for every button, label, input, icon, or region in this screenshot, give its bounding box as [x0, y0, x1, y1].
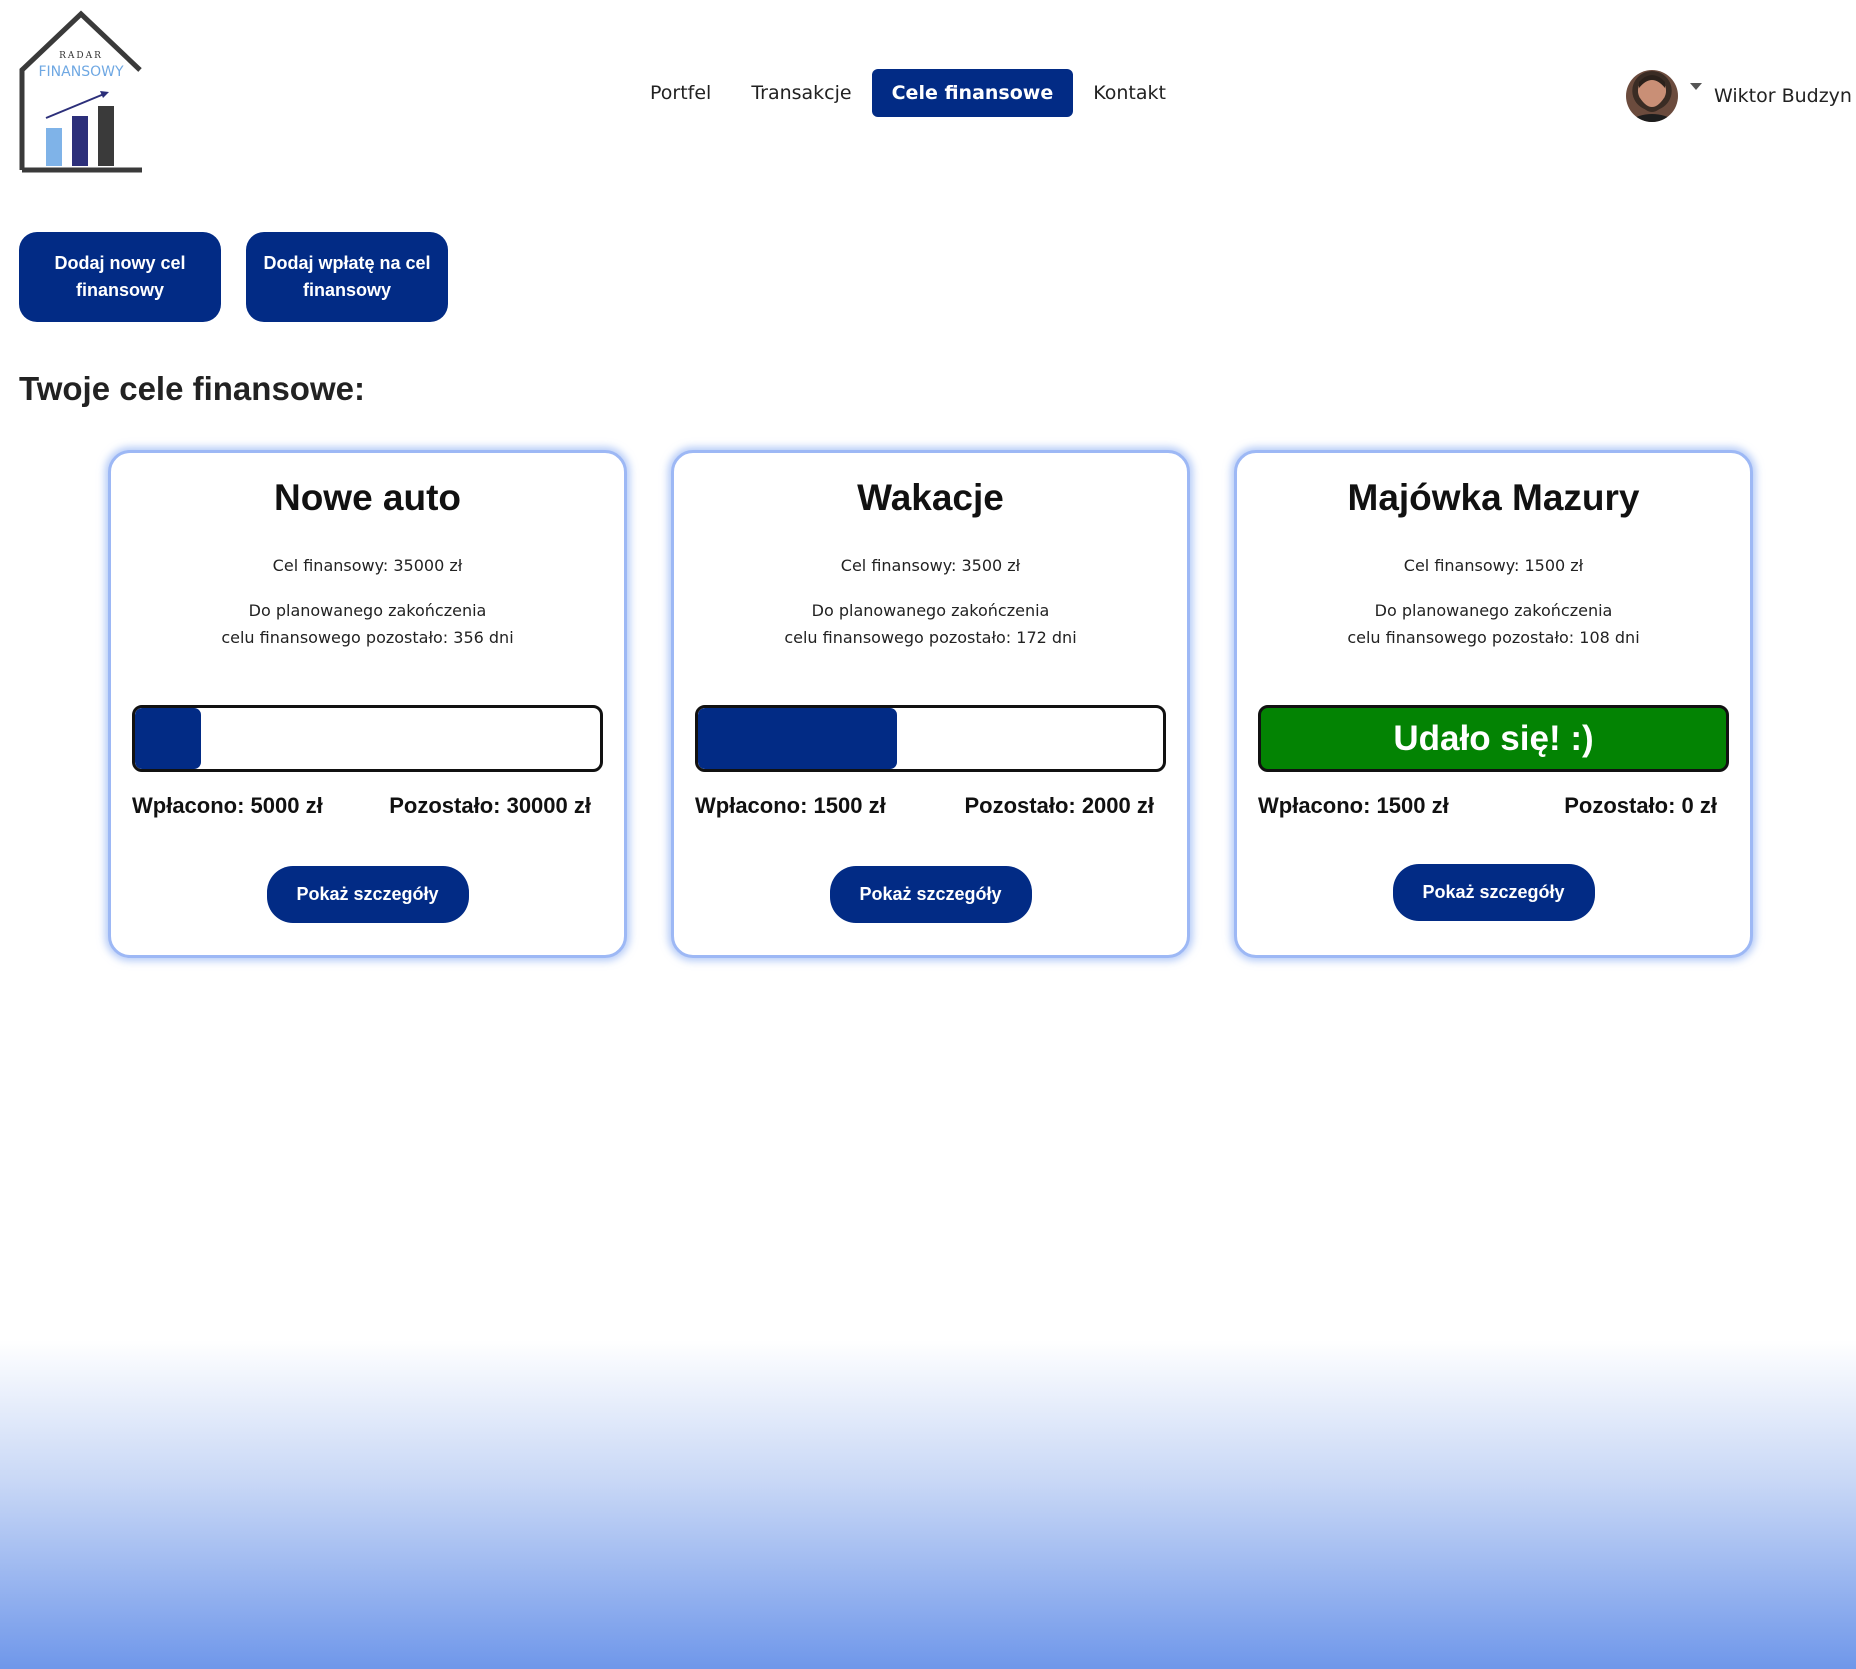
goal-deadline: Do planowanego zakończenia celu finansow… — [1237, 597, 1750, 651]
goal-amounts: Wpłacono: 1500 zł Pozostało: 0 zł — [1258, 793, 1717, 819]
goal-progress-fill — [698, 708, 898, 769]
goal-deadline: Do planowanego zakończenia celu finansow… — [674, 597, 1187, 651]
goal-remaining: Pozostało: 2000 zł — [964, 793, 1154, 818]
goal-card: Majówka Mazury Cel finansowy: 1500 zł Do… — [1234, 450, 1753, 958]
goal-card: Nowe auto Cel finansowy: 35000 zł Do pla… — [108, 450, 627, 958]
goal-paid: Wpłacono: 1500 zł — [695, 793, 886, 818]
goal-progress-bar-completed: Udało się! :) — [1258, 705, 1729, 772]
show-details-button[interactable]: Pokaż szczegóły — [829, 866, 1032, 923]
goal-target: Cel finansowy: 1500 zł — [1403, 556, 1584, 575]
avatar[interactable] — [1626, 70, 1678, 122]
goal-amounts: Wpłacono: 5000 zł Pozostało: 30000 zł — [132, 793, 591, 819]
nav-item-cele-finansowe[interactable]: Cele finansowe — [871, 69, 1074, 117]
goal-completed-text: Udało się! :) — [1393, 718, 1594, 758]
goal-target: Cel finansowy: 3500 zł — [840, 556, 1021, 575]
goal-remaining: Pozostało: 0 zł — [1564, 793, 1717, 818]
nav-item-kontakt[interactable]: Kontakt — [1073, 69, 1186, 117]
user-menu[interactable]: Wiktor Budzyn — [1626, 68, 1856, 124]
goal-deadline-line2: celu finansowego pozostało: 108 dni — [1347, 628, 1640, 647]
goals-list: Nowe auto Cel finansowy: 35000 zł Do pla… — [108, 450, 1753, 958]
show-details-button[interactable]: Pokaż szczegóły — [266, 866, 469, 923]
goal-remaining: Pozostało: 30000 zł — [389, 793, 591, 818]
user-name[interactable]: Wiktor Budzyn — [1714, 85, 1852, 107]
goal-deadline-line1: Do planowanego zakończenia — [248, 601, 487, 620]
page-title: Twoje cele finansowe: — [19, 370, 365, 407]
goal-deadline-line1: Do planowanego zakończenia — [1374, 601, 1613, 620]
goal-progress-bar — [695, 705, 1166, 772]
goal-amounts: Wpłacono: 1500 zł Pozostało: 2000 zł — [695, 793, 1154, 819]
goal-card: Wakacje Cel finansowy: 3500 zł Do planow… — [671, 450, 1190, 958]
main-nav: Portfel Transakcje Cele finansowe Kontak… — [630, 69, 1186, 117]
nav-item-portfel[interactable]: Portfel — [630, 69, 731, 117]
goal-actions: Dodaj nowy cel finansowy Dodaj wpłatę na… — [19, 232, 448, 322]
goal-title: Wakacje — [857, 477, 1004, 518]
logo-main-text: FINANSOWY — [38, 64, 123, 80]
goal-progress-fill — [135, 708, 202, 769]
goal-target: Cel finansowy: 35000 zł — [272, 556, 463, 575]
goal-paid: Wpłacono: 5000 zł — [132, 793, 323, 818]
goal-paid: Wpłacono: 1500 zł — [1258, 793, 1449, 818]
goal-deadline-line2: celu finansowego pozostało: 356 dni — [221, 628, 514, 647]
goal-title: Majówka Mazury — [1347, 477, 1640, 518]
logo-top-text: RADAR — [59, 51, 103, 61]
caret-down-icon[interactable] — [1690, 82, 1702, 90]
radar-finansowy-logo[interactable]: RADAR FINANSOWY — [16, 10, 146, 178]
show-details-button[interactable]: Pokaż szczegóły — [1392, 864, 1595, 921]
goal-deadline-line2: celu finansowego pozostało: 172 dni — [784, 628, 1077, 647]
add-payment-button[interactable]: Dodaj wpłatę na cel finansowy — [246, 232, 448, 322]
goal-deadline: Do planowanego zakończenia celu finansow… — [111, 597, 624, 651]
goal-title: Nowe auto — [273, 477, 462, 518]
add-goal-button[interactable]: Dodaj nowy cel finansowy — [19, 232, 221, 322]
goal-deadline-line1: Do planowanego zakończenia — [811, 601, 1050, 620]
nav-item-transakcje[interactable]: Transakcje — [731, 69, 871, 117]
goal-progress-bar — [132, 705, 603, 772]
